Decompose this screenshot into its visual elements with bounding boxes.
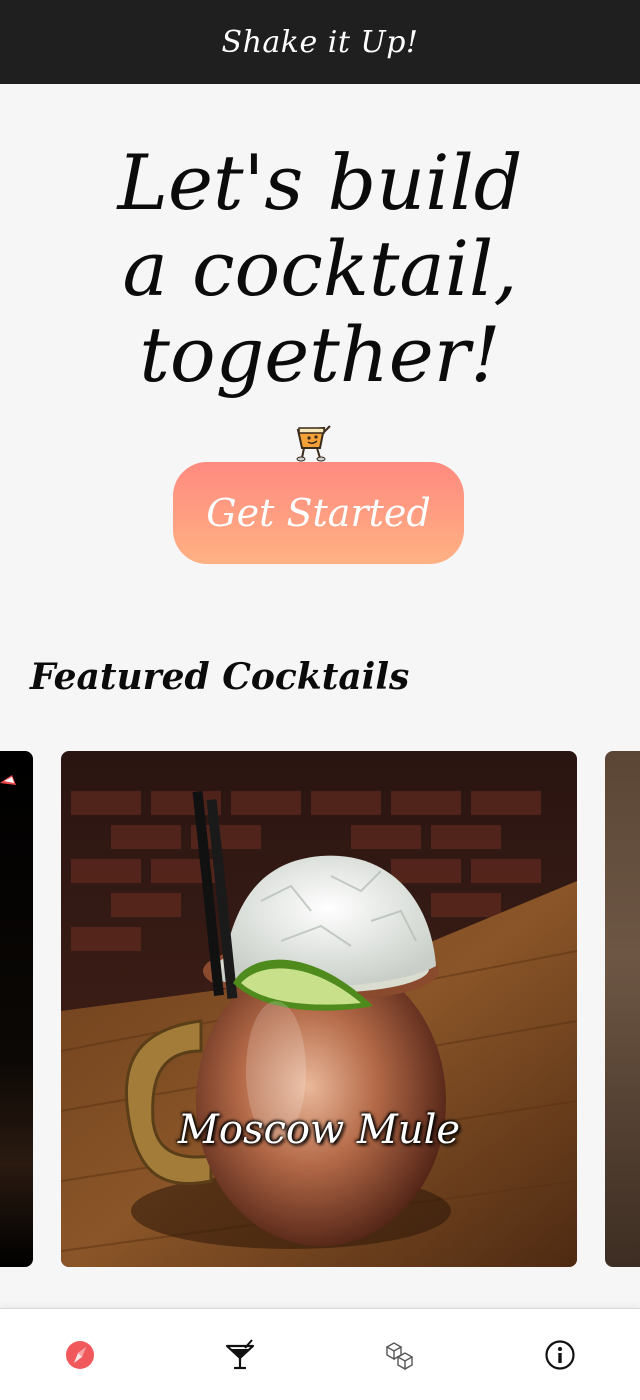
nav-item-cocktails[interactable] (160, 1309, 320, 1400)
app-title: Shake it Up! (221, 24, 419, 60)
cocktail-card-moscow-mule[interactable]: Moscow Mule (61, 751, 577, 1267)
ice-cubes-icon (385, 1342, 414, 1371)
app-header: Shake it Up! (0, 0, 640, 84)
cocktail-card-next[interactable] (605, 751, 640, 1267)
cocktail-card-previous[interactable] (0, 751, 33, 1267)
bottom-navigation (0, 1308, 640, 1400)
featured-carousel[interactable]: Moscow Mule (0, 751, 640, 1267)
nav-item-discover[interactable] (0, 1309, 160, 1400)
nav-item-info[interactable] (480, 1309, 640, 1400)
info-icon (545, 1340, 575, 1370)
hero-title: Let's build a cocktail, together! (100, 140, 540, 398)
hero-line-3: together! (139, 310, 501, 399)
get-started-button[interactable]: Get Started (173, 462, 464, 564)
nav-item-ingredients[interactable] (320, 1309, 480, 1400)
hero-line-2: a cocktail, (122, 224, 518, 313)
compass-icon (66, 1341, 94, 1369)
cocktail-glass-icon (225, 1339, 255, 1370)
featured-cocktails-heading: Featured Cocktails (30, 656, 410, 698)
hero-line-1: Let's build (117, 138, 523, 227)
cocktail-card-label: Moscow Mule (177, 1107, 461, 1153)
cocktail-mascot-icon (290, 422, 334, 464)
moscow-mule-image (61, 751, 577, 1267)
